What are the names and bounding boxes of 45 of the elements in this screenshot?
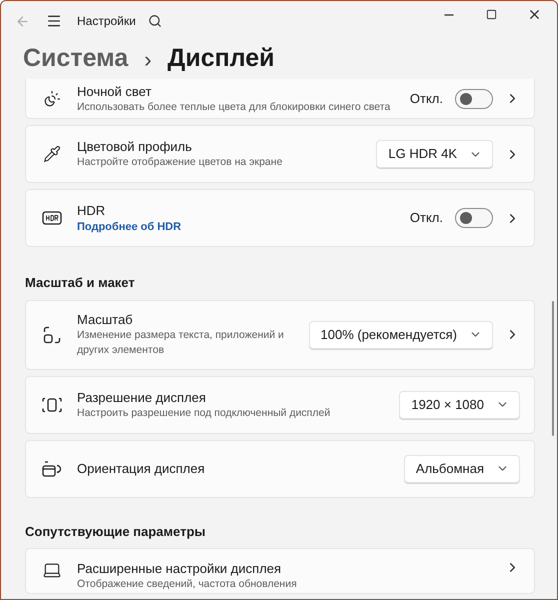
setting-card[interactable]: Расширенные настройки дисплея Отображение сведений, частота обновления — [25, 548, 535, 594]
resolution-icon — [42, 396, 62, 412]
scale-icon — [43, 326, 61, 344]
rotate-screen-icon — [42, 460, 62, 478]
scrollbar[interactable] — [552, 301, 554, 436]
close-icon[interactable] — [527, 7, 542, 22]
night-light-icon — [43, 90, 61, 108]
maximize-icon[interactable] — [486, 9, 497, 20]
setting-description: Изменение размера текста, приложений и других элементов — [77, 328, 285, 358]
toggle-state-label: Откл. — [410, 209, 443, 228]
learn-more-link[interactable]: Подробнее об HDR — [77, 218, 402, 234]
eyedropper-icon — [43, 145, 61, 163]
setting-card[interactable]: Цветовой профиль Настройте отображение цветов на экране LG HDR 4K — [25, 125, 535, 183]
setting-title: HDR — [77, 202, 106, 218]
dropdown[interactable]: LG HDR 4K — [376, 140, 493, 168]
setting-title: Масштаб — [77, 311, 134, 328]
app-title: Настройки — [77, 13, 136, 30]
hdr-icon — [42, 211, 62, 225]
dropdown[interactable]: 100% (рекомендуется) — [308, 320, 493, 348]
dropdown[interactable]: 1920 × 1080 — [399, 390, 520, 418]
toggle-switch[interactable] — [455, 208, 493, 228]
page-title: Дисплей — [168, 43, 275, 74]
breadcrumb-parent[interactable]: Система — [23, 40, 128, 78]
setting-description: Отображение сведений, частота обновления — [77, 577, 298, 592]
section-heading: Сопутствующие параметры — [25, 522, 207, 541]
toggle-switch[interactable] — [455, 88, 493, 108]
dropdown[interactable]: Альбомная — [404, 454, 520, 482]
setting-description: Настройте отображение цветов на экране — [77, 155, 284, 170]
setting-title: Цветовой профиль — [77, 138, 193, 155]
setting-description: Использовать более теплые цвета для блокировки синего света — [77, 100, 392, 114]
search-icon[interactable] — [148, 14, 162, 28]
setting-title: Ночной свет — [77, 82, 152, 100]
toggle-state-label: Откл. — [410, 90, 443, 108]
setting-card[interactable]: Разрешение дисплея Настроить разрешение под подключенный дисплей 1920 × 1080 — [25, 376, 535, 434]
setting-card[interactable]: Ориентация дисплея Альбомная — [25, 440, 535, 498]
section-heading: Масштаб и макет — [25, 274, 136, 292]
setting-description: Настроить разрешение под подключенный дисплей — [77, 406, 332, 420]
setting-title: Расширенные настройки дисплея — [77, 560, 282, 577]
setting-title: Разрешение дисплея — [77, 388, 207, 406]
menu-icon[interactable] — [46, 13, 62, 29]
setting-title: Ориентация дисплея — [77, 460, 206, 477]
setting-card[interactable]: Ночной свет Использовать более теплые цвета для блокировки синего света Откл. — [25, 79, 535, 119]
setting-card[interactable]: Масштаб Изменение размера текста, приложений и других элементов 100% (рекомендуется) — [25, 300, 535, 370]
breadcrumb-separator: › — [144, 46, 152, 74]
setting-card[interactable]: HDR Подробнее об HDR Откл. — [25, 189, 535, 247]
